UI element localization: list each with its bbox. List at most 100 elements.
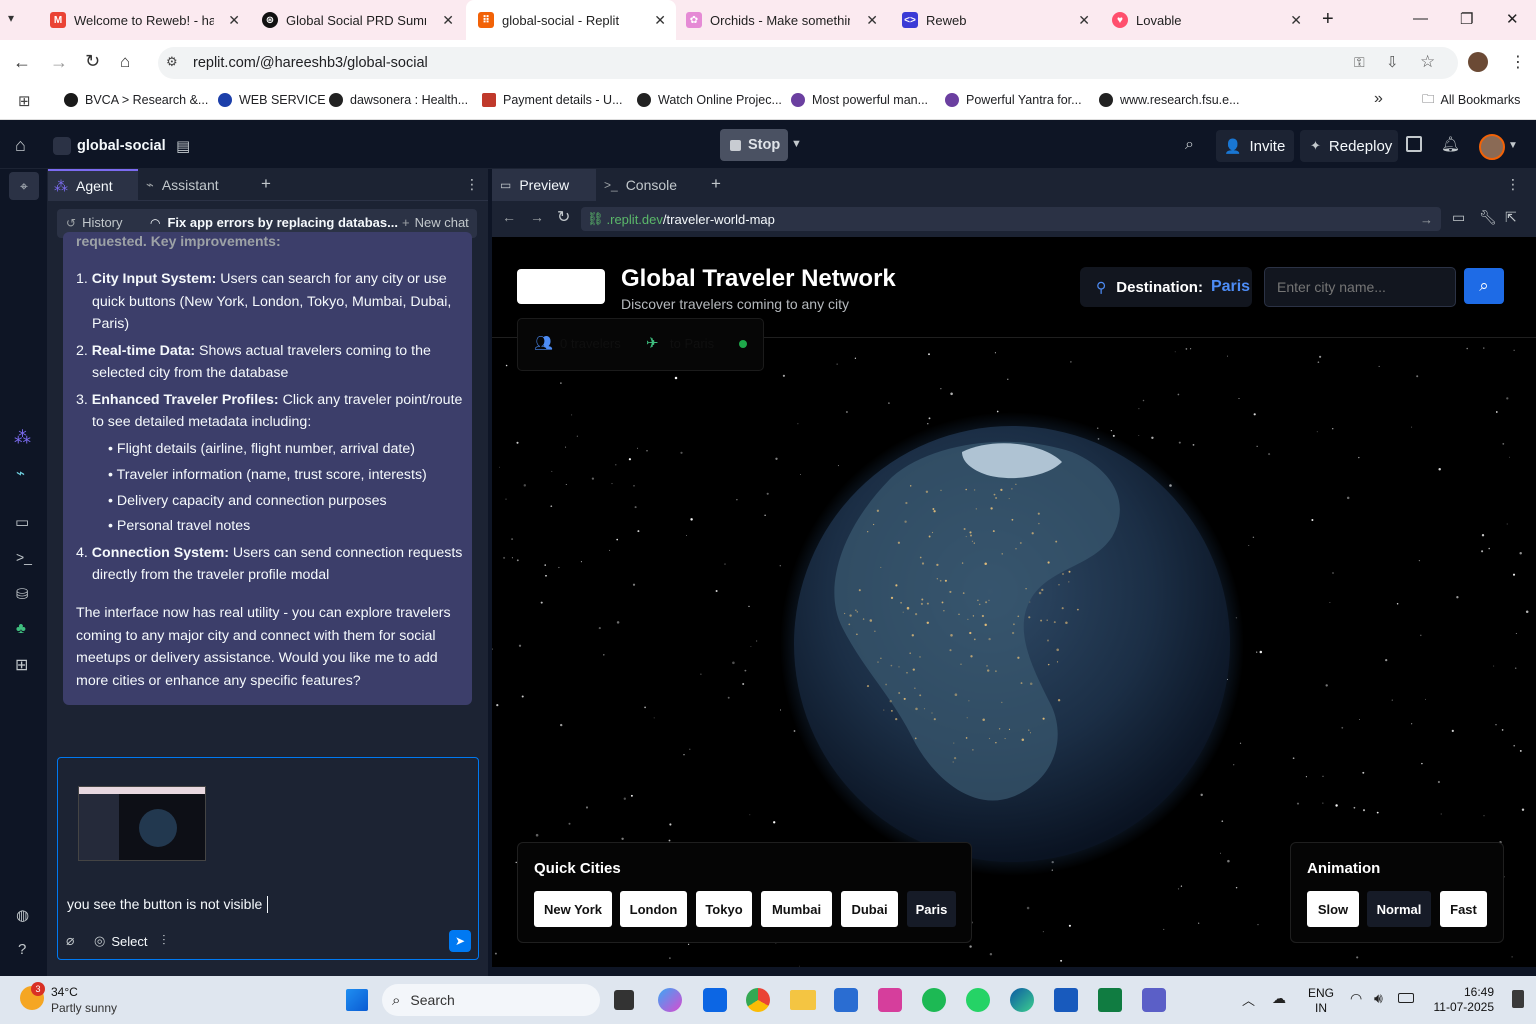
file-explorer-icon[interactable] <box>790 990 816 1010</box>
tab-search-button[interactable]: ▾ <box>8 11 14 25</box>
microsoft-store-icon[interactable] <box>834 988 858 1012</box>
bookmark-item[interactable]: BVCA > Research &... <box>64 86 208 114</box>
browser-tab-replit[interactable]: ⠿ global-social - Replit ✕ <box>466 0 676 40</box>
home-icon[interactable]: ⌂ <box>120 52 130 72</box>
bookmark-item[interactable]: Watch Online Projec... <box>637 86 782 114</box>
apps-grid-icon[interactable]: ⊞ <box>18 92 31 110</box>
more-bookmarks-icon[interactable]: » <box>1374 90 1383 108</box>
weather-text[interactable]: Partly sunny <box>51 1001 117 1015</box>
browser-tab-reweb-mail[interactable]: M Welcome to Reweb! - hare ✕ <box>40 0 250 40</box>
preview-menu-icon[interactable]: ⋮ <box>1506 176 1520 193</box>
invite-button[interactable]: 👤 Invite <box>1216 130 1294 162</box>
webview-icon[interactable]: ▭ <box>15 513 29 531</box>
tab-console[interactable]: >_ Console <box>604 169 677 201</box>
notification-center-icon[interactable] <box>1512 990 1524 1008</box>
snipping-tool-icon[interactable] <box>878 988 902 1012</box>
user-avatar[interactable] <box>1479 134 1505 160</box>
back-icon[interactable]: ← <box>13 52 31 73</box>
browser-menu-icon[interactable]: ⋮ <box>1510 52 1526 72</box>
tab-preview[interactable]: ▭ Preview <box>492 169 596 201</box>
address-url[interactable]: replit.com/@hareeshb3/global-social <box>193 55 428 71</box>
new-preview-tab-icon[interactable]: + <box>711 174 721 194</box>
spotify-icon[interactable] <box>922 988 946 1012</box>
bookmark-item[interactable]: Most powerful man... <box>791 86 928 114</box>
send-button[interactable]: ➤ <box>449 930 471 952</box>
speed-button-fast[interactable]: Fast <box>1440 891 1487 927</box>
chrome-icon[interactable] <box>746 988 770 1012</box>
bookmark-item[interactable]: www.research.fsu.e... <box>1099 86 1240 114</box>
run-options-chevron-icon[interactable]: ▼ <box>791 138 802 150</box>
replit-home-icon[interactable]: ⌂ <box>15 135 26 156</box>
volume-icon[interactable]: 🔊︎ <box>1374 990 1383 1007</box>
select-element-button[interactable]: ◎ Select <box>94 933 147 949</box>
show-hidden-icons-chevron[interactable]: ︿ <box>1242 990 1255 1009</box>
preview-back-icon[interactable]: ← <box>502 209 516 225</box>
city-button-dubai[interactable]: Dubai <box>841 891 898 927</box>
history-button[interactable]: ↺ History <box>66 215 123 230</box>
chat-title[interactable]: ◠ Fix app errors by replacing databas... <box>150 215 398 230</box>
city-button-paris[interactable]: Paris <box>907 891 956 927</box>
layers-icon[interactable] <box>1406 136 1422 152</box>
agent-tool-icon[interactable]: ⌖ <box>9 172 39 200</box>
battery-icon[interactable] <box>1398 993 1414 1003</box>
word-icon[interactable] <box>1054 988 1078 1012</box>
profile-avatar[interactable] <box>1468 52 1488 72</box>
close-tab-icon[interactable]: ✕ <box>1078 12 1090 29</box>
browser-tab-reweb[interactable]: <> Reweb ✕ <box>890 0 1100 40</box>
search-icon[interactable]: ⌕ <box>1185 136 1194 154</box>
wifi-icon[interactable]: ◠ <box>1350 990 1362 1007</box>
preview-forward-icon[interactable]: → <box>530 209 544 225</box>
shell-icon[interactable]: >_ <box>16 549 32 565</box>
chat-input-text[interactable]: you see the button is not visible <box>67 896 262 912</box>
close-tab-icon[interactable]: ✕ <box>654 12 666 29</box>
notifications-bell-icon[interactable]: 🔔︎ <box>1441 135 1460 153</box>
forward-icon[interactable]: → <box>50 52 68 73</box>
tab-agent[interactable]: ⁂ Agent <box>48 169 138 201</box>
bookmark-item[interactable]: Powerful Yantra for... <box>945 86 1082 114</box>
bookmark-star-icon[interactable]: ☆ <box>1420 52 1435 72</box>
minimize-icon[interactable]: — <box>1413 10 1428 27</box>
new-panel-tab-icon[interactable]: + <box>261 174 271 194</box>
device-preview-icon[interactable]: ▭ <box>1452 209 1465 226</box>
database-icon[interactable]: ⛁ <box>16 585 29 603</box>
new-chat-button[interactable]: + New chat <box>402 215 469 230</box>
project-name[interactable]: global-social <box>77 138 166 154</box>
open-new-window-icon[interactable]: ⇱ <box>1505 209 1517 226</box>
city-search-input[interactable] <box>1264 267 1456 307</box>
language-indicator[interactable]: ENG IN <box>1308 986 1334 1016</box>
copilot-icon[interactable] <box>658 988 682 1012</box>
stop-button[interactable]: Stop <box>720 129 788 161</box>
taskbar-search-box[interactable]: ⌕ Search <box>382 984 600 1016</box>
bookmark-item[interactable]: Payment details - U... <box>482 86 623 114</box>
browser-tab-prd[interactable]: ⊛ Global Social PRD Summar ✕ <box>252 0 464 40</box>
excel-icon[interactable] <box>1098 988 1122 1012</box>
teams-icon[interactable] <box>1142 988 1166 1012</box>
weather-temp[interactable]: 34°C <box>51 985 78 999</box>
install-app-icon[interactable]: ⇩ <box>1386 53 1399 71</box>
file-tree-icon[interactable]: ▤ <box>176 137 190 155</box>
close-tab-icon[interactable]: ✕ <box>1290 12 1302 29</box>
tab-assistant[interactable]: ⌁ Assistant <box>146 169 246 201</box>
replit-logo-icon[interactable]: ⌁ <box>16 464 25 482</box>
user-menu-chevron-icon[interactable]: ▼ <box>1508 140 1518 151</box>
close-tab-icon[interactable]: ✕ <box>228 12 240 29</box>
task-view-icon[interactable] <box>614 990 634 1010</box>
browser-tab-lovable[interactable]: ♥ Lovable ✕ <box>1102 0 1312 40</box>
speed-button-slow[interactable]: Slow <box>1307 891 1359 927</box>
attach-paperclip-icon[interactable]: ⌀ <box>66 932 74 949</box>
site-info-icon[interactable]: ⚙ <box>166 54 178 70</box>
close-tab-icon[interactable]: ✕ <box>442 12 454 29</box>
speed-button-normal[interactable]: Normal <box>1367 891 1431 927</box>
panel-menu-icon[interactable]: ⋮ <box>465 176 479 193</box>
redeploy-button[interactable]: ✦ Redeploy <box>1300 130 1398 162</box>
new-tab-icon[interactable]: + <box>1322 8 1334 31</box>
bookmark-item[interactable]: dawsonera : Health... <box>329 86 468 114</box>
all-bookmarks[interactable]: 🗀 All Bookmarks <box>1422 86 1520 114</box>
trello-icon[interactable] <box>703 988 727 1012</box>
agent-sparkle-icon[interactable]: ⁂ <box>14 428 31 448</box>
city-button-tokyo[interactable]: Tokyo <box>696 891 752 927</box>
help-icon[interactable]: ? <box>18 941 26 958</box>
whatsapp-icon[interactable] <box>966 988 990 1012</box>
city-button-new-york[interactable]: New York <box>534 891 612 927</box>
preview-reload-icon[interactable]: ↻ <box>557 207 570 227</box>
